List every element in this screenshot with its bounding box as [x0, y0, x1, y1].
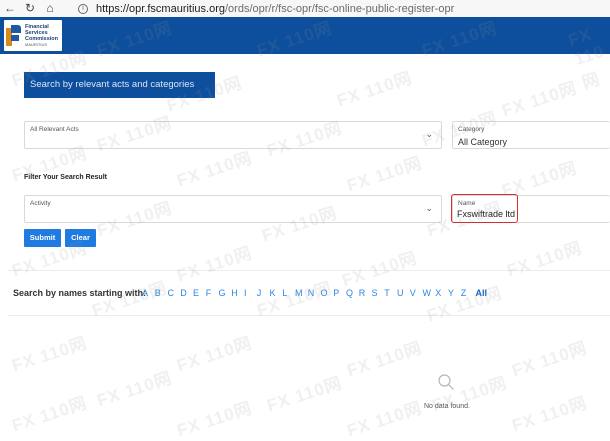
watermark: FX 110网: [94, 368, 175, 411]
alphabet-letter-m[interactable]: M: [295, 288, 308, 298]
alphabet-letter-list: A B C D E F G H I J K L M N O P Q R S T U V W X Y Z All: [142, 288, 487, 298]
filter-section-title: Filter Your Search Result: [24, 174, 107, 181]
acts-select-label: All Relevant Acts: [30, 126, 79, 133]
category-select[interactable]: Category All Category: [452, 121, 610, 149]
watermark: FX 110网: [344, 338, 425, 381]
alphabet-letter-s[interactable]: S: [372, 288, 385, 298]
alphabet-letter-n[interactable]: N: [308, 288, 321, 298]
home-icon[interactable]: ⌂: [40, 0, 60, 17]
alphabet-letter-q[interactable]: Q: [346, 288, 359, 298]
search-icon: [438, 374, 454, 390]
alphabet-letter-o[interactable]: O: [321, 288, 334, 298]
activity-select[interactable]: Activity ⌄: [24, 195, 442, 223]
search-section-heading: Search by relevant acts and categories: [24, 72, 215, 98]
chevron-down-icon: ⌄: [425, 129, 433, 139]
watermark: FX 110网: [509, 393, 590, 436]
back-icon[interactable]: ←: [0, 0, 20, 17]
alphabet-letter-h[interactable]: H: [231, 288, 244, 298]
category-select-value: All Category: [458, 137, 508, 147]
alphabet-letter-i[interactable]: I: [244, 288, 257, 298]
watermark: FX 110网: [174, 333, 255, 376]
activity-select-label: Activity: [30, 200, 51, 207]
watermark: FX 110网: [9, 393, 90, 436]
alphabet-search-label: Search by names starting with:: [13, 288, 147, 298]
watermark: FX 110网: [499, 78, 580, 121]
alphabet-letter-e[interactable]: E: [193, 288, 206, 298]
alphabet-letter-all[interactable]: All: [476, 288, 488, 298]
watermark: FX 110网: [174, 148, 255, 191]
alphabet-letter-f[interactable]: F: [206, 288, 219, 298]
logo-text: Financial Services Commission MAURITIUS: [25, 23, 59, 47]
submit-button[interactable]: Submit: [24, 229, 61, 247]
alphabet-letter-p[interactable]: P: [333, 288, 346, 298]
watermark: FX 110网: [174, 398, 255, 441]
fsc-logo[interactable]: Financial Services Commission MAURITIUS: [4, 20, 62, 51]
category-select-label: Category: [458, 126, 485, 133]
alphabet-letter-a[interactable]: A: [142, 288, 155, 298]
watermark: FX 110网: [509, 338, 590, 381]
alphabet-letter-d[interactable]: D: [180, 288, 193, 298]
alphabet-letter-u[interactable]: U: [397, 288, 410, 298]
alphabet-letter-b[interactable]: B: [155, 288, 168, 298]
alphabet-letter-r[interactable]: R: [359, 288, 372, 298]
name-input-label: Name: [458, 200, 476, 207]
watermark: FX 110网: [334, 68, 415, 111]
alphabet-letter-y[interactable]: Y: [448, 288, 461, 298]
site-header: Financial Services Commission MAURITIUS: [0, 17, 610, 54]
address-bar[interactable]: i https://opr.fscmauritius.org/ords/opr/…: [78, 0, 454, 17]
name-input-value: Fxswiftrade ltd: [457, 209, 516, 219]
watermark: FX 110网: [504, 238, 585, 281]
alphabet-letter-w[interactable]: W: [423, 288, 436, 298]
clear-button[interactable]: Clear: [65, 229, 96, 247]
watermark: FX 110网: [174, 243, 255, 286]
reload-icon[interactable]: ↻: [20, 0, 40, 17]
alphabet-letter-x[interactable]: X: [435, 288, 448, 298]
alphabet-letter-g[interactable]: G: [219, 288, 232, 298]
watermark: FX 110网: [344, 398, 425, 441]
alphabet-letter-c[interactable]: C: [168, 288, 181, 298]
alphabet-letter-z[interactable]: Z: [461, 288, 474, 298]
url-path: /ords/opr/r/fsc-opr/fsc-online-public-re…: [225, 2, 455, 15]
chevron-down-icon: ⌄: [425, 203, 433, 213]
acts-select[interactable]: All Relevant Acts ⌄: [24, 121, 442, 149]
watermark: FX 110网: [424, 283, 505, 326]
watermark: FX 110网: [339, 248, 420, 291]
alphabet-letter-t[interactable]: T: [384, 288, 397, 298]
watermark: FX 110网: [264, 373, 345, 416]
watermark: FX 110网: [344, 153, 425, 196]
site-info-icon[interactable]: i: [78, 3, 88, 14]
alphabet-letter-l[interactable]: L: [282, 288, 295, 298]
alphabet-letter-k[interactable]: K: [270, 288, 283, 298]
alphabet-letter-v[interactable]: V: [410, 288, 423, 298]
watermark: FX 110网: [9, 333, 90, 376]
logo-mark-icon: [6, 24, 22, 47]
no-data-message: No data found.: [424, 403, 470, 410]
section-divider: [8, 270, 610, 271]
url-host: https://opr.fscmauritius.org: [96, 2, 225, 15]
results-divider: [8, 315, 610, 316]
alphabet-letter-j[interactable]: J: [257, 288, 270, 298]
